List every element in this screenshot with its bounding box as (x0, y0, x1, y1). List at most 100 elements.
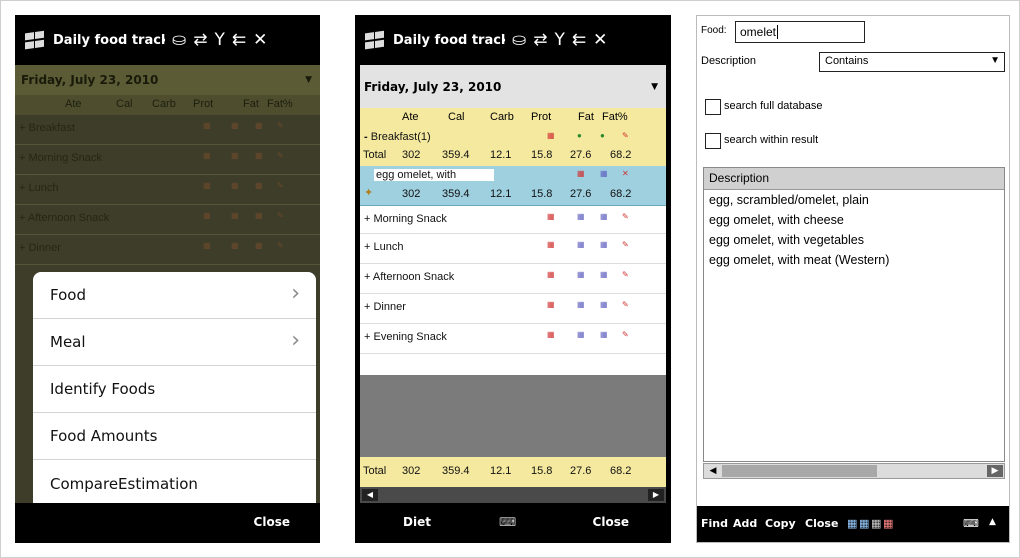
menu-item-food[interactable]: Food › (33, 272, 316, 319)
selected-food-row[interactable]: egg omelet, with ✦ ▦ ▦ ✕ 302 359.4 12.1 15… (360, 166, 666, 206)
meal-label: Lunch (28, 182, 59, 194)
scroll-thumb[interactable] (722, 465, 877, 477)
meal-row[interactable]: + Evening Snack ▦ ▦ ▦ ✎ (360, 324, 666, 354)
result-item[interactable]: egg omelet, with cheese (704, 210, 1004, 230)
meal-label: Afternoon Snack (27, 212, 110, 224)
total-cal: 359.4 (442, 149, 470, 161)
meal-row[interactable]: + Morning Snack ▦ ▦ ▦ ✎ (15, 145, 320, 175)
sip-arrow-icon[interactable]: ▲ (989, 517, 996, 527)
meal-row[interactable]: + Afternoon Snack ▦ ▦ ▦ ✎ (15, 205, 320, 235)
item-ate: 302 (402, 188, 421, 200)
keyboard-icon[interactable]: ⌨ (499, 515, 516, 529)
meal-row[interactable]: + Lunch ▦ ▦ ▦ ✎ (15, 175, 320, 205)
food-icon: ▦ (547, 300, 555, 309)
meal-row[interactable]: + Morning Snack ▦ ▦ ▦ ✎ (360, 206, 666, 234)
menu-item-meal[interactable]: Meal › (33, 319, 316, 366)
col-fatpct: Fat% (267, 98, 293, 110)
date-label: Friday, July 23, 2010 (21, 73, 159, 87)
food-icon: ▦ (255, 181, 263, 190)
menu-item-compare-estimation[interactable]: CompareEstimation (33, 460, 316, 507)
food-icon: ▦ (547, 270, 555, 279)
food-icon: ▦ (600, 270, 608, 279)
detail-view-icon[interactable]: ▦ (871, 517, 881, 530)
food-search-screen: Food: omelet Description Contains ▼ sear… (696, 15, 1010, 543)
add-button[interactable]: Add (733, 517, 757, 530)
meal-label: Lunch (373, 241, 404, 253)
title-bar: Daily food track ⛀ ⇄ Y ⇇ ✕ (355, 15, 671, 65)
app-title: Daily food track (393, 32, 505, 48)
results-header[interactable]: Description (704, 168, 1004, 190)
close-softkey[interactable]: Close (593, 515, 629, 529)
close-softkey[interactable]: Close (254, 515, 290, 529)
meal-row[interactable]: + Dinner ▦ ▦ ▦ ✎ (360, 294, 666, 324)
total-fatpct: 68.2 (610, 465, 632, 477)
windows-start-icon[interactable] (365, 30, 385, 50)
edit-icon: ✎ (277, 151, 284, 160)
stats-view-icon[interactable]: ▦ (883, 517, 893, 530)
date-selector[interactable]: Friday, July 23, 2010 ▼ (15, 65, 320, 95)
search-full-label: search full database (724, 100, 823, 112)
result-item[interactable]: egg omelet, with vegetables (704, 230, 1004, 250)
keyboard-icon[interactable]: ⌨ (963, 517, 979, 530)
edit-icon: ✎ (622, 212, 629, 221)
column-header: Ate Cal Carb Prot Fat Fat% (360, 108, 666, 128)
scroll-left-icon[interactable]: ◀ (362, 489, 378, 501)
total-label: Total (363, 149, 387, 161)
match-mode-select[interactable]: Contains ▼ (819, 52, 1005, 72)
windows-start-icon[interactable] (25, 30, 45, 50)
grid-view-icon[interactable]: ▦ (847, 517, 857, 530)
chevron-right-icon: › (291, 281, 300, 306)
list-view-icon[interactable]: ▦ (859, 517, 869, 530)
edit-icon: ✕ (622, 169, 629, 178)
diet-softkey[interactable]: Diet (403, 515, 431, 529)
scroll-right-icon[interactable]: ▶ (648, 489, 664, 501)
breakfast-row[interactable]: - Breakfast(1) ▦ ● ● ✎ (360, 128, 666, 146)
edit-icon: ✎ (622, 300, 629, 309)
volume-icon: ⇇ (571, 29, 587, 50)
food-icon: ▦ (600, 212, 608, 221)
volume-icon: ⇇ (231, 29, 247, 50)
food-icon: ▦ (231, 181, 239, 190)
date-label: Friday, July 23, 2010 (364, 79, 502, 94)
food-icon: ▦ (255, 121, 263, 130)
close-button[interactable]: Close (805, 517, 838, 530)
total-cal: 359.4 (442, 465, 470, 477)
context-menu: Food › Meal › Identify Foods Food Amount… (33, 272, 316, 507)
result-item[interactable]: egg, scrambled/omelet, plain (704, 190, 1004, 210)
dropdown-arrow-icon: ▼ (305, 75, 312, 85)
meal-row[interactable]: + Afternoon Snack ▦ ▦ ▦ ✎ (360, 264, 666, 294)
scroll-right-icon[interactable]: ▶ (987, 465, 1003, 477)
softkey-bar: Close (15, 503, 320, 543)
horizontal-scrollbar[interactable]: ◀ ▶ (360, 487, 666, 503)
results-list: Description egg, scrambled/omelet, plain… (703, 167, 1005, 462)
expand-icon: + (364, 271, 373, 283)
total-ate: 302 (402, 149, 421, 161)
result-item[interactable]: egg omelet, with meat (Western) (704, 250, 1004, 270)
food-icon: ▦ (600, 169, 608, 178)
food-search-input[interactable]: omelet (735, 21, 865, 43)
col-cal: Cal (448, 111, 465, 123)
empty-area (360, 375, 666, 457)
search-within-checkbox[interactable] (705, 133, 721, 149)
copy-button[interactable]: Copy (765, 517, 796, 530)
softkey-bar: Diet ⌨ Close (355, 503, 671, 543)
food-icon: ● (600, 131, 605, 140)
meal-label: Breakfast (28, 122, 75, 134)
scroll-left-icon[interactable]: ◀ (705, 465, 721, 477)
edit-icon: ✎ (277, 181, 284, 190)
meal-label: Afternoon Snack (372, 271, 455, 283)
meal-row[interactable]: + Dinner ▦ ▦ ▦ ✎ (15, 235, 320, 265)
menu-item-food-amounts[interactable]: Food Amounts (33, 413, 316, 460)
meal-row[interactable]: + Lunch ▦ ▦ ▦ ✎ (360, 234, 666, 264)
search-within-label: search within result (724, 134, 819, 146)
date-selector[interactable]: Friday, July 23, 2010 ▼ (360, 65, 666, 108)
food-icon: ▦ (231, 151, 239, 160)
menu-item-identify-foods[interactable]: Identify Foods (33, 366, 316, 413)
meal-row[interactable]: + Breakfast ▦ ▦ ▦ ✎ (15, 115, 320, 145)
food-icon: ▦ (547, 240, 555, 249)
total-prot: 15.8 (531, 149, 553, 161)
edit-icon: ✎ (622, 131, 629, 140)
horizontal-scrollbar[interactable]: ◀ ▶ (703, 463, 1005, 479)
search-full-checkbox[interactable] (705, 99, 721, 115)
find-button[interactable]: Find (701, 517, 728, 530)
